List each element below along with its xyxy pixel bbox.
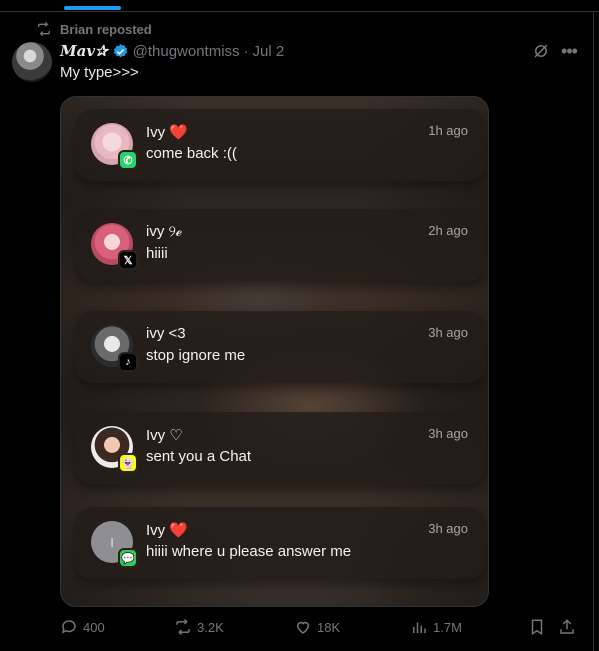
heart-emoji: ❤️ xyxy=(169,124,189,141)
reply-count: 400 xyxy=(83,619,105,635)
tweet-actions: 400 3.2K 18K 1.7M xyxy=(60,618,580,640)
repost-button[interactable]: 3.2K xyxy=(174,618,224,636)
notification-time: 3h ago xyxy=(428,325,468,340)
notification-message: sent you a Chat xyxy=(146,448,252,465)
notification-message: come back :(( xyxy=(146,145,237,162)
tweet-text: My type>>> xyxy=(60,64,139,81)
like-count: 18K xyxy=(317,619,341,635)
repost-count: 3.2K xyxy=(197,619,224,635)
repost-icon xyxy=(38,21,50,37)
divider xyxy=(593,12,594,651)
x-icon: 𝕏 xyxy=(118,250,138,270)
display-name[interactable]: 𝑴𝒂𝒗✰ xyxy=(60,42,108,60)
views-icon xyxy=(413,622,426,633)
share-icon xyxy=(560,619,574,634)
heart-outline-emoji: ♡ xyxy=(169,427,183,444)
tweet-image[interactable]: ✆ Ivy ❤️ come back :(( 1h ago 𝕏 ivy ୨ℯ h… xyxy=(60,96,489,607)
sender-name: Ivy xyxy=(146,427,166,444)
reply-icon xyxy=(61,620,76,634)
share-button[interactable] xyxy=(558,618,576,636)
like-button[interactable]: 18K xyxy=(294,618,340,636)
notification-time: 3h ago xyxy=(428,521,468,536)
repost-context[interactable]: Brian reposted xyxy=(36,20,152,38)
notification-card: I 💬 Ivy ❤️ hiiii where u please answer m… xyxy=(75,507,486,579)
views-button[interactable]: 1.7M xyxy=(410,618,462,636)
heart-icon xyxy=(296,621,310,634)
notification-time: 2h ago xyxy=(428,223,468,238)
verified-badge-icon[interactable] xyxy=(112,43,129,60)
messages-icon: 💬 xyxy=(118,548,138,568)
sender-name: ivy ୨ℯ xyxy=(146,223,182,240)
tiktok-icon: ♪ xyxy=(118,352,138,372)
notification-sender: Ivy ♡ xyxy=(146,426,183,444)
notification-sender: Ivy ❤️ xyxy=(146,123,188,141)
bookmark-button[interactable] xyxy=(528,618,546,636)
tweet-header: 𝑴𝒂𝒗✰ @thugwontmiss · Jul 2 xyxy=(60,41,284,61)
notification-message: stop ignore me xyxy=(146,347,246,364)
separator-dot: · xyxy=(243,42,249,60)
sender-name: ivy <3 xyxy=(146,325,186,342)
notification-sender: ivy ୨ℯ xyxy=(146,223,182,240)
grok-icon[interactable] xyxy=(532,42,550,60)
notification-time: 1h ago xyxy=(428,123,468,138)
notification-card: 👻 Ivy ♡ sent you a Chat 3h ago xyxy=(75,412,486,484)
repost-label[interactable]: Brian reposted xyxy=(60,22,152,37)
notification-sender: ivy <3 xyxy=(146,325,186,342)
avatar[interactable] xyxy=(12,42,52,82)
more-options-icon[interactable]: ••• xyxy=(559,41,579,61)
divider xyxy=(0,11,599,12)
bookmark-icon xyxy=(531,619,543,636)
reply-button[interactable]: 400 xyxy=(60,618,105,636)
active-tab-indicator xyxy=(64,6,121,10)
views-count: 1.7M xyxy=(433,619,462,635)
notification-card: ✆ Ivy ❤️ come back :(( 1h ago xyxy=(75,109,486,181)
snapchat-icon: 👻 xyxy=(118,453,138,473)
notification-message: hiiii xyxy=(146,245,168,262)
repost-icon xyxy=(176,618,190,636)
whatsapp-icon: ✆ xyxy=(118,150,138,170)
heart-emoji: ❤️ xyxy=(169,522,189,539)
sender-name: Ivy xyxy=(146,124,166,141)
timestamp[interactable]: Jul 2 xyxy=(253,43,285,60)
notification-message: hiiii where u please answer me xyxy=(146,543,352,560)
notification-card: ♪ ivy <3 stop ignore me 3h ago xyxy=(75,311,486,383)
notification-sender: Ivy ❤️ xyxy=(146,521,188,539)
sender-name: Ivy xyxy=(146,522,166,539)
notification-time: 3h ago xyxy=(428,426,468,441)
notification-card: 𝕏 ivy ୨ℯ hiiii 2h ago xyxy=(75,209,486,281)
handle[interactable]: @thugwontmiss xyxy=(133,43,240,60)
